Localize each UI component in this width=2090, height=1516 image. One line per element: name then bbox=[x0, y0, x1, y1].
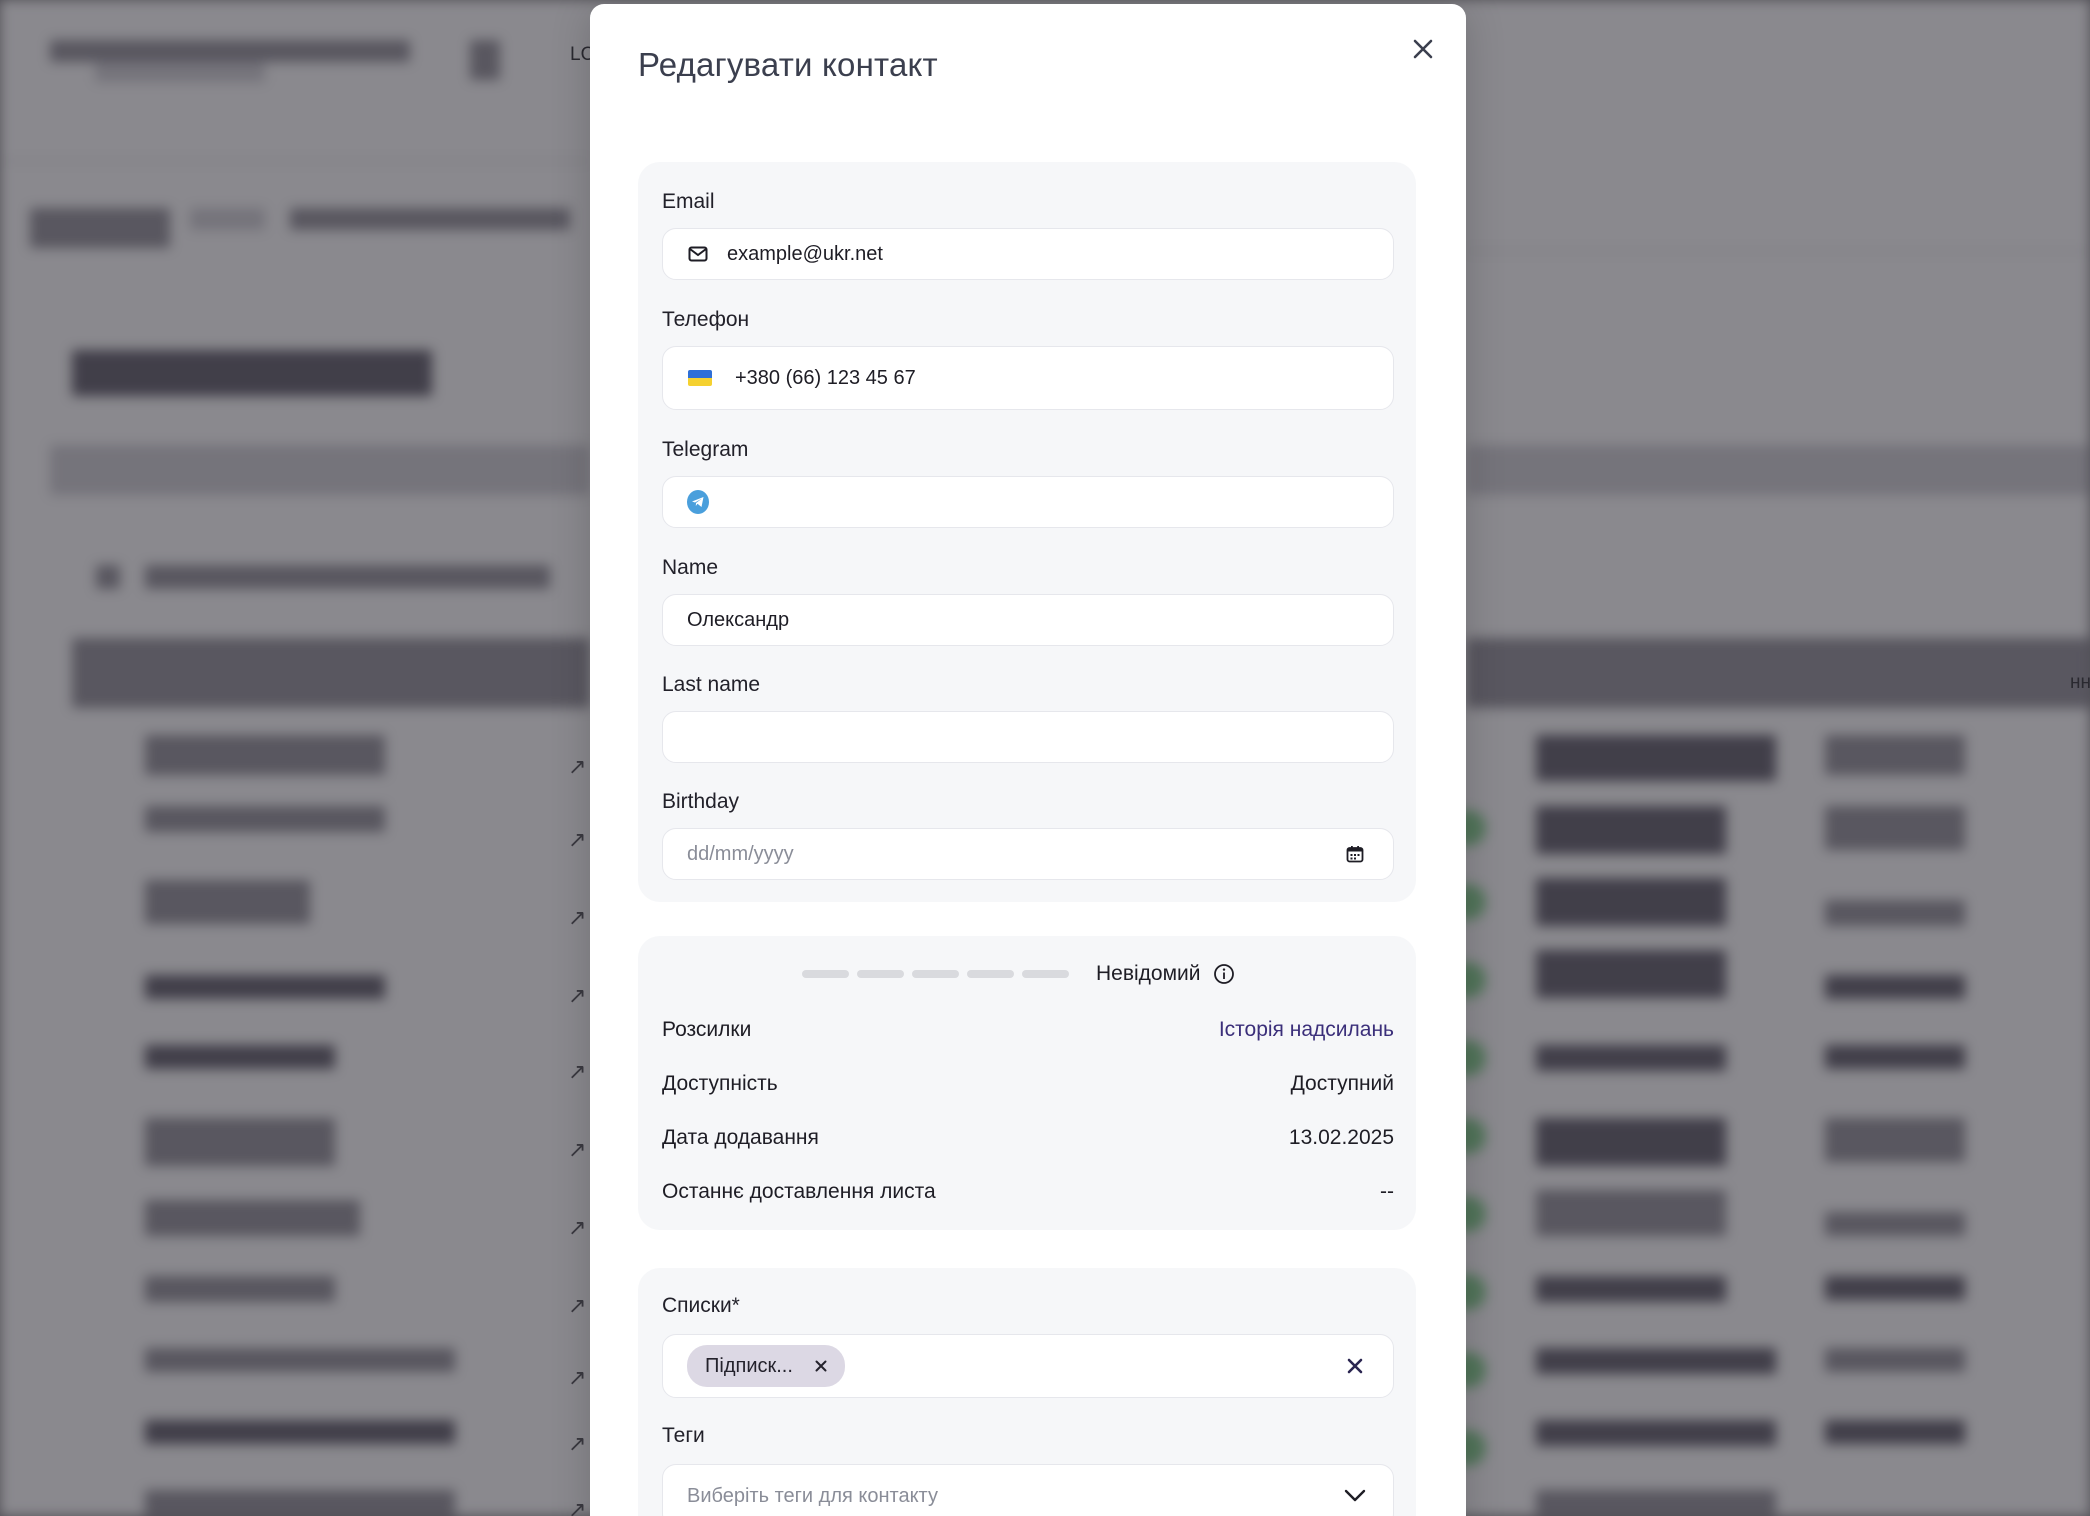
chip-remove-icon[interactable] bbox=[815, 1360, 827, 1372]
email-value: example@ukr.net bbox=[727, 242, 883, 265]
stat-label: Дата додавання bbox=[662, 1126, 819, 1149]
engagement-status: Невідомий bbox=[1096, 962, 1235, 986]
birthday-label: Birthday bbox=[662, 790, 740, 813]
edit-contact-modal: Редагувати контакт Email example@ukr.net… bbox=[590, 4, 1466, 1516]
indicator-segment bbox=[912, 970, 959, 978]
external-link-icon[interactable]: ↗ bbox=[568, 828, 586, 853]
indicator-segment bbox=[857, 970, 904, 978]
stat-label: Доступність bbox=[662, 1072, 778, 1095]
last-name-field[interactable] bbox=[662, 711, 1394, 763]
indicator-segment bbox=[967, 970, 1014, 978]
birthday-field[interactable]: dd/mm/yyyy bbox=[662, 828, 1394, 880]
external-link-icon[interactable]: ↗ bbox=[568, 1294, 586, 1319]
list-chip-label: Підписк... bbox=[705, 1354, 793, 1377]
external-link-icon[interactable]: ↗ bbox=[568, 984, 586, 1009]
bg-partial-text-right: нн bbox=[2070, 672, 2090, 693]
external-link-icon[interactable]: ↗ bbox=[568, 1216, 586, 1241]
sending-history-link[interactable]: Історія надсилань bbox=[1219, 1018, 1394, 1042]
name-field[interactable]: Олександр bbox=[662, 594, 1394, 646]
tags-select[interactable]: Виберіть теги для контакту bbox=[662, 1464, 1394, 1516]
list-chip: Підписк... bbox=[687, 1345, 845, 1387]
engagement-indicator bbox=[802, 970, 1069, 978]
external-link-icon[interactable]: ↗ bbox=[568, 755, 586, 780]
email-label: Email bbox=[662, 190, 715, 213]
modal-title: Редагувати контакт bbox=[638, 46, 938, 83]
telegram-icon bbox=[687, 490, 709, 514]
indicator-segment bbox=[802, 970, 849, 978]
lists-tags-card: Списки* Підписк... Теги Виберіть теги дл… bbox=[638, 1268, 1416, 1516]
stat-row-mailings: Розсилки Історія надсилань bbox=[662, 1018, 1394, 1042]
phone-label: Телефон bbox=[662, 308, 750, 331]
telegram-label: Telegram bbox=[662, 438, 749, 461]
external-link-icon[interactable]: ↗ bbox=[568, 1138, 586, 1163]
lists-label: Списки* bbox=[662, 1294, 740, 1317]
stat-label: Розсилки bbox=[662, 1018, 752, 1041]
ukraine-flag-icon[interactable] bbox=[687, 370, 713, 386]
engagement-status-label: Невідомий bbox=[1096, 962, 1201, 985]
indicator-segment bbox=[1022, 970, 1069, 978]
clear-lists-button[interactable] bbox=[1341, 1358, 1369, 1374]
stat-row-date-added: Дата додавання 13.02.2025 bbox=[662, 1126, 1394, 1150]
close-button[interactable] bbox=[1404, 30, 1442, 68]
external-link-icon[interactable]: ↗ bbox=[568, 1366, 586, 1391]
calendar-icon[interactable] bbox=[1341, 845, 1369, 863]
external-link-icon[interactable]: ↗ bbox=[568, 1498, 586, 1516]
last-name-label: Last name bbox=[662, 673, 761, 696]
mail-icon bbox=[687, 246, 709, 262]
close-icon bbox=[1413, 39, 1433, 59]
stat-value: 13.02.2025 bbox=[1288, 1126, 1394, 1149]
stat-label: Останнє доставлення листа bbox=[662, 1180, 936, 1203]
birthday-placeholder: dd/mm/yyyy bbox=[687, 842, 794, 865]
contact-stats-card: Невідомий Розсилки Історія надсилань Дос… bbox=[638, 936, 1416, 1230]
tags-placeholder: Виберіть теги для контакту bbox=[687, 1484, 938, 1507]
name-label: Name bbox=[662, 556, 719, 579]
telegram-field[interactable] bbox=[662, 476, 1394, 528]
tags-label: Теги bbox=[662, 1424, 705, 1447]
stat-value: -- bbox=[1380, 1180, 1394, 1203]
phone-value: +380 (66) 123 45 67 bbox=[735, 366, 916, 389]
contact-fields-card: Email example@ukr.net Телефон +380 (66) … bbox=[638, 162, 1416, 902]
stat-value: Доступний bbox=[1290, 1072, 1394, 1095]
stat-row-availability: Доступність Доступний bbox=[662, 1072, 1394, 1096]
external-link-icon[interactable]: ↗ bbox=[568, 906, 586, 931]
name-value: Олександр bbox=[687, 608, 790, 631]
info-icon[interactable] bbox=[1213, 963, 1235, 985]
email-field[interactable]: example@ukr.net bbox=[662, 228, 1394, 280]
lists-select[interactable]: Підписк... bbox=[662, 1334, 1394, 1398]
chevron-down-icon[interactable] bbox=[1341, 1489, 1369, 1503]
external-link-icon[interactable]: ↗ bbox=[568, 1060, 586, 1085]
stat-row-last-delivery: Останнє доставлення листа -- bbox=[662, 1180, 1394, 1204]
clear-icon bbox=[1347, 1358, 1363, 1374]
external-link-icon[interactable]: ↗ bbox=[568, 1432, 586, 1457]
phone-field[interactable]: +380 (66) 123 45 67 bbox=[662, 346, 1394, 410]
